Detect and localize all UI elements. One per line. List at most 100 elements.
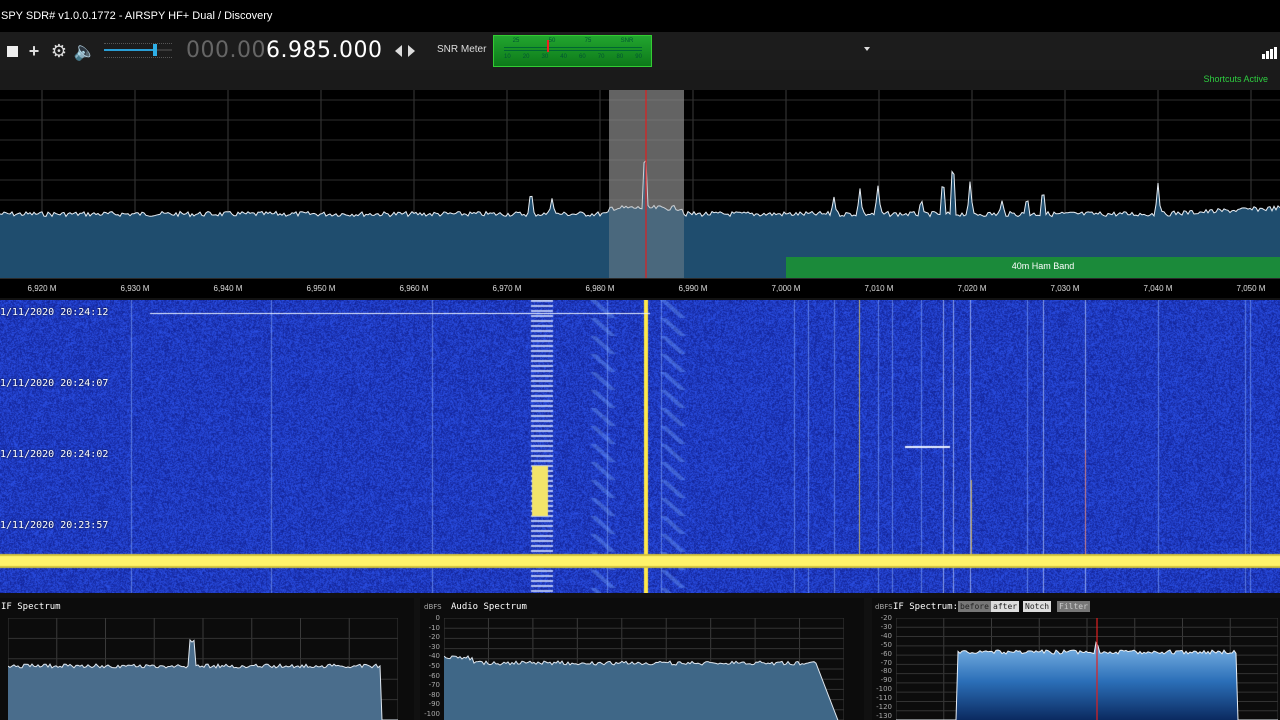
snr-tick: 60 [579, 54, 586, 60]
frequency-tick-label: 7,010 M [865, 284, 894, 293]
if-spectrum-panel: IF Spectrum [0, 598, 414, 720]
waterfall-display[interactable]: 1/11/2020 20:24:12 1/11/2020 20:24:07 1/… [0, 300, 1280, 593]
if-spectrum-plot[interactable] [8, 618, 398, 720]
if-notch-plot[interactable] [896, 618, 1278, 720]
band-label: 40m Ham Band [1012, 261, 1075, 271]
scale-label: -50 [880, 640, 892, 649]
snr-tick: 20 [522, 54, 530, 60]
waterfall-timestamp: 1/11/2020 20:24:07 [0, 378, 109, 389]
status-row: Shortcuts Active [0, 70, 1280, 90]
toolbar: + ⚙ 🔈 000.006.985.000 SNR Meter 25 50 75 SN… [0, 32, 1280, 70]
frequency-tick-label: 7,000 M [772, 284, 801, 293]
scale-label: -50 [428, 662, 440, 670]
snr-tick: 90 [635, 54, 642, 60]
speaker-icon: 🔈 [73, 41, 97, 61]
scale-label: -90 [880, 676, 892, 685]
unit-label: dBFS [424, 603, 442, 611]
scale-label: -130 [876, 711, 892, 720]
frequency-tick-label: 7,050 M [1237, 284, 1266, 293]
gear-icon: ⚙ [50, 41, 68, 61]
frequency-prefix: 000.00 [186, 38, 266, 63]
audio-spectrum-panel: dBFS Audio Spectrum 0 -10 -20 -30 -40 -50 -60-… [420, 598, 864, 720]
snr-tick: 80 [616, 54, 624, 60]
frequency-tick-label: 7,020 M [958, 284, 987, 293]
scale-label: -100 [424, 710, 440, 718]
tune-arrows[interactable] [395, 43, 415, 59]
after-tab[interactable]: after [991, 601, 1020, 612]
frequency-tick-label: 6,920 M [28, 284, 57, 293]
waterfall-canvas[interactable] [0, 300, 1280, 593]
scale-label: -120 [876, 703, 892, 711]
panel-title: IF Spectrum: [893, 602, 959, 612]
scale-label: -30 [880, 622, 892, 631]
scale-label: -80 [428, 690, 440, 699]
snr-tick: 70 [597, 54, 605, 60]
window-title: SPY SDR# v1.0.0.1772 - AIRSPY HF+ Dual /… [1, 10, 273, 22]
scale-label: -10 [428, 623, 440, 632]
snr-tick: 10 [504, 54, 511, 60]
scale-label: -70 [428, 681, 440, 690]
scale-label: -70 [880, 658, 892, 667]
frequency-value: 6.985.000 [265, 38, 383, 63]
frequency-tick-label: 6,930 M [121, 284, 150, 293]
filter-tab[interactable]: Filter [1057, 601, 1090, 612]
notch-tab[interactable]: Notch [1023, 601, 1052, 612]
scale-label: -30 [428, 642, 440, 651]
snr-tick: 30 [541, 54, 549, 60]
mute-button[interactable]: 🔈 [73, 39, 97, 63]
scale-label: -60 [880, 649, 892, 658]
waterfall-timestamp: 1/11/2020 20:24:02 [0, 449, 109, 460]
title-bar: SPY SDR# v1.0.0.1772 - AIRSPY HF+ Dual /… [0, 0, 1280, 32]
spectrum-analyzer[interactable]: 40m Ham Band 6,920 M 6,930 M 6,940 M 6,950 … [0, 90, 1280, 298]
frequency-tick-label: 6,950 M [307, 284, 336, 293]
before-tab[interactable]: before [958, 601, 991, 612]
shortcuts-status: Shortcuts Active [1203, 74, 1268, 84]
scale-label: -40 [428, 652, 440, 661]
scale-label: -20 [428, 633, 440, 642]
scale-label: -90 [428, 700, 440, 709]
snr-meter-label: SNR Meter [437, 44, 487, 55]
frequency-tick-label: 6,960 M [400, 284, 429, 293]
snr-tick: 40 [560, 54, 567, 60]
plot-fill [896, 642, 1278, 720]
snr-scale-bottom: 10 20 30 40 60 70 80 90 [498, 54, 648, 64]
if-spectrum-notch-panel: dBFS IF Spectrum: before after Notch Fil… [872, 598, 1280, 720]
add-button[interactable]: + [22, 39, 46, 63]
spectrum-plot[interactable]: 40m Ham Band 6,920 M 6,930 M 6,940 M 6,950 … [0, 90, 1280, 298]
frequency-tick-label: 6,980 M [586, 284, 615, 293]
panel-title: Audio Spectrum [451, 602, 527, 612]
scale-label: -80 [880, 667, 892, 676]
scale-label: 0 [435, 614, 440, 622]
frequency-tick-label: 7,030 M [1051, 284, 1080, 293]
scale-label: -20 [880, 614, 892, 622]
audio-spectrum-plot[interactable] [444, 618, 844, 720]
unit-label: dBFS [875, 603, 893, 611]
dropdown-arrow-icon[interactable] [862, 40, 872, 51]
waterfall-timestamp: 1/11/2020 20:24:12 [0, 307, 109, 318]
settings-button[interactable]: ⚙ [47, 39, 71, 63]
waterfall-timestamp: 1/11/2020 20:23:57 [0, 520, 109, 531]
sdr-window: SPY SDR# v1.0.0.1772 - AIRSPY HF+ Dual /… [0, 0, 1280, 720]
stop-button[interactable] [0, 39, 24, 63]
frequency-display[interactable]: 000.006.985.000 [186, 37, 382, 65]
frequency-tick-label: 6,940 M [214, 284, 243, 293]
left-right-arrows-icon [395, 45, 415, 57]
stop-icon [6, 46, 18, 57]
frequency-axis: 6,920 M 6,930 M 6,940 M 6,950 M 6,960 M 6,970… [28, 284, 1266, 293]
if-scale: -20 -30 -40 -50 -60 -70 -80 -90 -100 -110 -120 -130 [872, 614, 894, 720]
scale-label: -40 [880, 631, 892, 640]
volume-slider[interactable] [104, 40, 172, 62]
scale-label: -100 [876, 685, 892, 694]
scale-label: -60 [428, 671, 440, 680]
plot-fill [444, 656, 844, 720]
panel-title: IF Spectrum [1, 602, 61, 612]
snr-meter: 25 50 75 SNR 10 20 30 40 60 70 80 90 [493, 35, 652, 67]
frequency-tick-label: 6,990 M [679, 284, 708, 293]
signal-bars-icon[interactable] [1262, 46, 1280, 59]
frequency-tick-label: 7,040 M [1144, 284, 1173, 293]
plus-icon: + [28, 41, 40, 61]
snr-needle [547, 40, 549, 52]
frequency-tick-label: 6,970 M [493, 284, 522, 293]
scale-label: -110 [876, 694, 892, 703]
volume-thumb[interactable] [153, 44, 157, 56]
